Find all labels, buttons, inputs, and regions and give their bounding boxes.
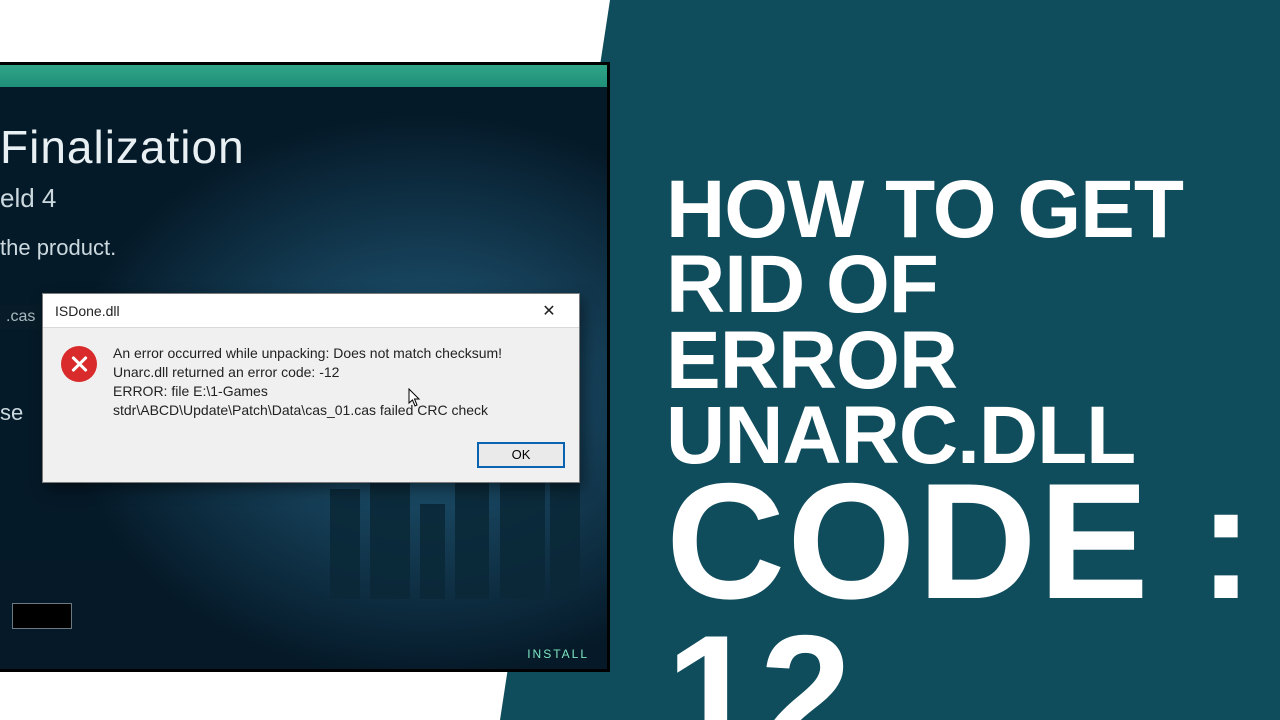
headline-text: HOW TO GET RID OF ERROR UNARC.DLL CODE :… [666,172,1280,720]
installer-path-fragment: .cas [0,305,41,329]
dialog-button-row: OK [43,434,579,482]
headline-panel: HOW TO GET RID OF ERROR UNARC.DLL CODE :… [610,0,1280,720]
installer-stage-title: Finalization [0,120,245,174]
dialog-title: ISDone.dll [55,303,120,319]
dialog-line: Unarc.dll returned an error code: -12 [113,363,502,382]
headline-line-3: CODE : 12 [666,466,1280,720]
installer-secondary-fragment: se [0,400,23,426]
skyline-shape [420,504,445,599]
dialog-titlebar[interactable]: ISDone.dll ✕ [43,294,579,328]
dialog-line: An error occurred while unpacking: Does … [113,344,502,363]
headline-line-1: HOW TO GET RID OF [666,172,1280,323]
close-icon: ✕ [542,301,555,321]
installer-topbar [0,65,607,87]
dialog-line: ERROR: file E:\1-Games [113,382,502,401]
dialog-line: stdr\ABCD\Update\Patch\Data\cas_01.cas f… [113,401,502,420]
skyline-shape [550,479,580,599]
dialog-message: An error occurred while unpacking: Does … [113,344,502,420]
ok-button[interactable]: OK [477,442,565,468]
screenshot-frame: Finalization eld 4 the product. .cas se … [0,62,610,672]
installer-progress-box [12,603,72,629]
install-button[interactable]: INSTALL [527,647,589,661]
dialog-body: An error occurred while unpacking: Does … [43,328,579,434]
error-icon [61,346,97,382]
skyline-shape [455,469,489,599]
close-button[interactable]: ✕ [527,298,571,324]
installer-status-line: the product. [0,235,116,261]
skyline-shape [330,489,360,599]
installer-subtitle: eld 4 [0,183,56,214]
error-dialog: ISDone.dll ✕ An error occurred while unp… [42,293,580,483]
